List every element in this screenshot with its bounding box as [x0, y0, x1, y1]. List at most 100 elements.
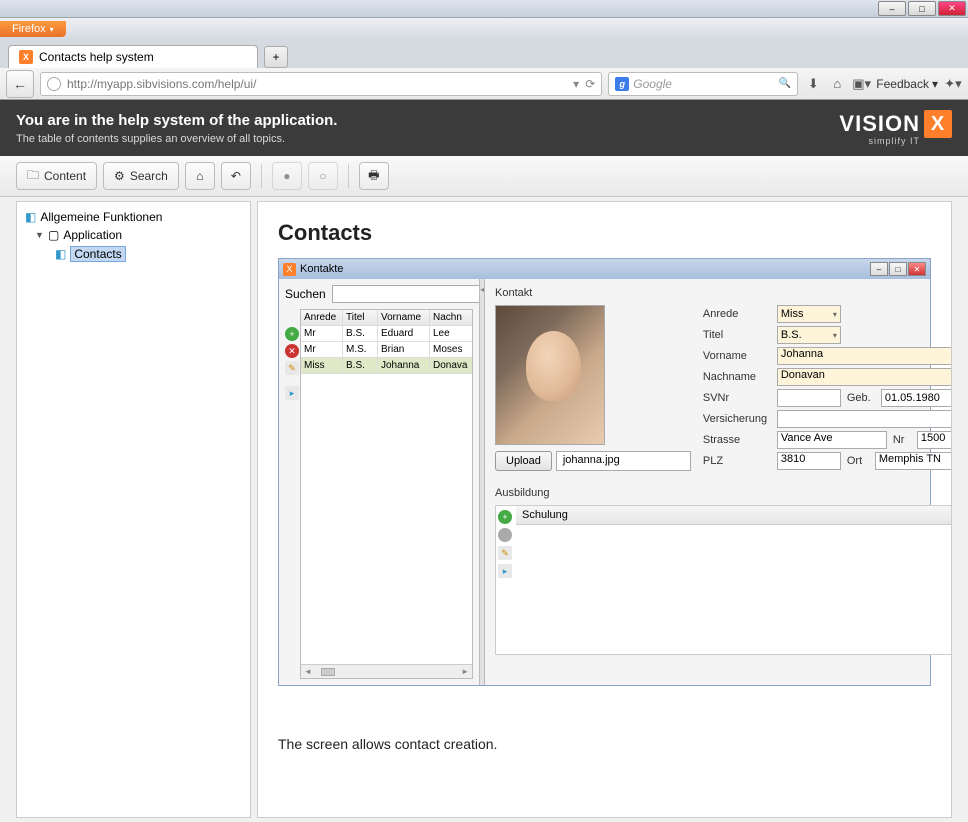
grid-header: AnredeTitelVornameNachn: [301, 310, 472, 326]
browser-menubar: Firefox: [0, 18, 968, 40]
page-icon: ◧: [55, 247, 66, 261]
bookmark-icon[interactable]: ▣▾: [852, 76, 870, 92]
os-minimize-button[interactable]: –: [878, 1, 906, 16]
house-icon: ⌂: [196, 169, 203, 183]
grid-scrollbar[interactable]: [301, 664, 472, 678]
url-dropdown-icon[interactable]: ▾: [573, 77, 579, 91]
google-icon: g: [615, 77, 629, 91]
tree-collapse-icon[interactable]: ▼: [35, 230, 44, 240]
window-icon: X: [283, 263, 296, 276]
toolbar-separator: [348, 164, 349, 188]
upload-button[interactable]: Upload: [495, 451, 552, 471]
folder-icon: 🗀: [27, 166, 39, 187]
nav-prev-button[interactable]: ●: [272, 162, 302, 190]
nr-input[interactable]: 1500: [917, 431, 952, 449]
page-icon: ◧: [25, 210, 36, 224]
os-titlebar: – □ ✕: [0, 0, 968, 18]
page-title: Contacts: [278, 220, 931, 246]
inner-maximize-button[interactable]: □: [889, 262, 907, 276]
contact-detail-panel: Kontakt Upload johanna.jpg AnredeMiss Ti…: [485, 279, 952, 685]
header-sub: The table of contents supplies an overvi…: [16, 133, 337, 145]
filename-field[interactable]: johanna.jpg: [556, 451, 691, 471]
arrow-left-icon: ↶: [231, 169, 241, 183]
search-tab-button[interactable]: ⚙Search: [103, 162, 179, 190]
page-header: You are in the help system of the applic…: [0, 100, 968, 156]
back-button[interactable]: ↶: [221, 162, 251, 190]
tab-title: Contacts help system: [39, 50, 154, 64]
print-button[interactable]: 🖶: [359, 162, 389, 190]
delete-row-icon[interactable]: ✕: [285, 344, 299, 358]
toolbar-separator: [261, 164, 262, 188]
plz-input[interactable]: 3810: [777, 452, 841, 470]
inner-window-title: Kontakte: [300, 263, 343, 275]
section-kontakt: Kontakt: [495, 287, 952, 299]
firefox-menu-button[interactable]: Firefox: [0, 21, 66, 37]
contacts-grid[interactable]: AnredeTitelVornameNachn MrB.S.EduardLee …: [300, 309, 473, 679]
help-content: Contacts X Kontakte – □ ✕ Suchen: [257, 201, 952, 818]
tree-item-general[interactable]: ◧ Allgemeine Funktionen: [21, 208, 246, 226]
globe-icon: [47, 77, 61, 91]
screenshot-frame: X Kontakte – □ ✕ Suchen +: [278, 258, 931, 686]
os-maximize-button[interactable]: □: [908, 1, 936, 16]
contacts-list-panel: Suchen + ✕ ✎ ▸ AnredeTitelVornameNachn: [279, 279, 479, 685]
search-field[interactable]: g Google: [608, 72, 798, 96]
reload-icon[interactable]: ⟳: [585, 77, 595, 91]
inner-minimize-button[interactable]: –: [870, 262, 888, 276]
ausbildung-grid[interactable]: Schulung: [516, 506, 952, 654]
table-row[interactable]: MrM.S.BrianMoses: [301, 342, 472, 358]
header-title: You are in the help system of the applic…: [16, 112, 337, 129]
url-field[interactable]: http://myapp.sibvisions.com/help/ui/ ▾ ⟳: [40, 72, 602, 96]
versicherung-select[interactable]: [777, 410, 952, 428]
ausb-edit-icon[interactable]: ✎: [498, 546, 512, 560]
search-label: Suchen: [285, 287, 326, 301]
add-row-icon[interactable]: +: [285, 327, 299, 341]
nachname-input[interactable]: Donavan: [777, 368, 952, 386]
nav-back-button[interactable]: ←: [6, 70, 34, 98]
logo-x-icon: X: [924, 110, 952, 138]
search-placeholder: Google: [633, 77, 672, 91]
tab-favicon-icon: X: [19, 50, 33, 64]
browser-tabbar: X Contacts help system +: [0, 40, 968, 68]
toc-sidebar: ◧ Allgemeine Funktionen ▼ ▢ Application …: [16, 201, 251, 818]
url-text: http://myapp.sibvisions.com/help/ui/: [67, 77, 256, 91]
inner-close-button[interactable]: ✕: [908, 262, 926, 276]
contact-photo: [495, 305, 605, 445]
ausb-header: Schulung: [516, 506, 952, 525]
vorname-input[interactable]: Johanna: [777, 347, 952, 365]
addon-icon[interactable]: ✦▾: [944, 76, 962, 92]
tree-item-application[interactable]: ▼ ▢ Application: [21, 226, 246, 244]
home-icon[interactable]: ⌂: [828, 76, 846, 91]
ausb-export-icon[interactable]: ▸: [498, 564, 512, 578]
export-icon[interactable]: ▸: [285, 386, 299, 400]
gear-icon: ⚙: [114, 169, 125, 183]
page-description: The screen allows contact creation.: [278, 736, 931, 752]
os-close-button[interactable]: ✕: [938, 1, 966, 16]
table-row[interactable]: MissB.S.JohannaDonava: [301, 358, 472, 374]
anrede-select[interactable]: Miss: [777, 305, 841, 323]
help-toolbar: 🗀Content ⚙Search ⌂ ↶ ● ○ 🖶: [0, 156, 968, 197]
svnr-input[interactable]: [777, 389, 841, 407]
download-icon[interactable]: ⬇: [804, 76, 822, 92]
nav-next-button[interactable]: ○: [308, 162, 338, 190]
tree-item-contacts[interactable]: ◧ Contacts: [21, 244, 246, 264]
table-row[interactable]: MrB.S.EduardLee: [301, 326, 472, 342]
section-ausbildung: Ausbildung: [495, 487, 952, 499]
browser-tab[interactable]: X Contacts help system: [8, 45, 258, 68]
edit-row-icon[interactable]: ✎: [285, 361, 299, 375]
ausb-delete-icon[interactable]: [498, 528, 512, 542]
feedback-button[interactable]: Feedback ▾: [876, 77, 938, 91]
inner-window-titlebar: X Kontakte – □ ✕: [279, 259, 930, 279]
browser-urlbar: ← http://myapp.sibvisions.com/help/ui/ ▾…: [0, 68, 968, 100]
folder-icon: ▢: [48, 228, 59, 242]
titel-select[interactable]: B.S.: [777, 326, 841, 344]
content-tab-button[interactable]: 🗀Content: [16, 162, 97, 190]
strasse-input[interactable]: Vance Ave: [777, 431, 887, 449]
ort-input[interactable]: Memphis TN: [875, 452, 952, 470]
home-button[interactable]: ⌂: [185, 162, 215, 190]
ausb-add-icon[interactable]: +: [498, 510, 512, 524]
printer-icon: 🖶: [368, 166, 379, 187]
search-input[interactable]: [332, 285, 482, 303]
logo: VISIONX simplify IT: [839, 110, 952, 146]
new-tab-button[interactable]: +: [264, 46, 288, 68]
geb-select[interactable]: 01.05.1980: [881, 389, 952, 407]
